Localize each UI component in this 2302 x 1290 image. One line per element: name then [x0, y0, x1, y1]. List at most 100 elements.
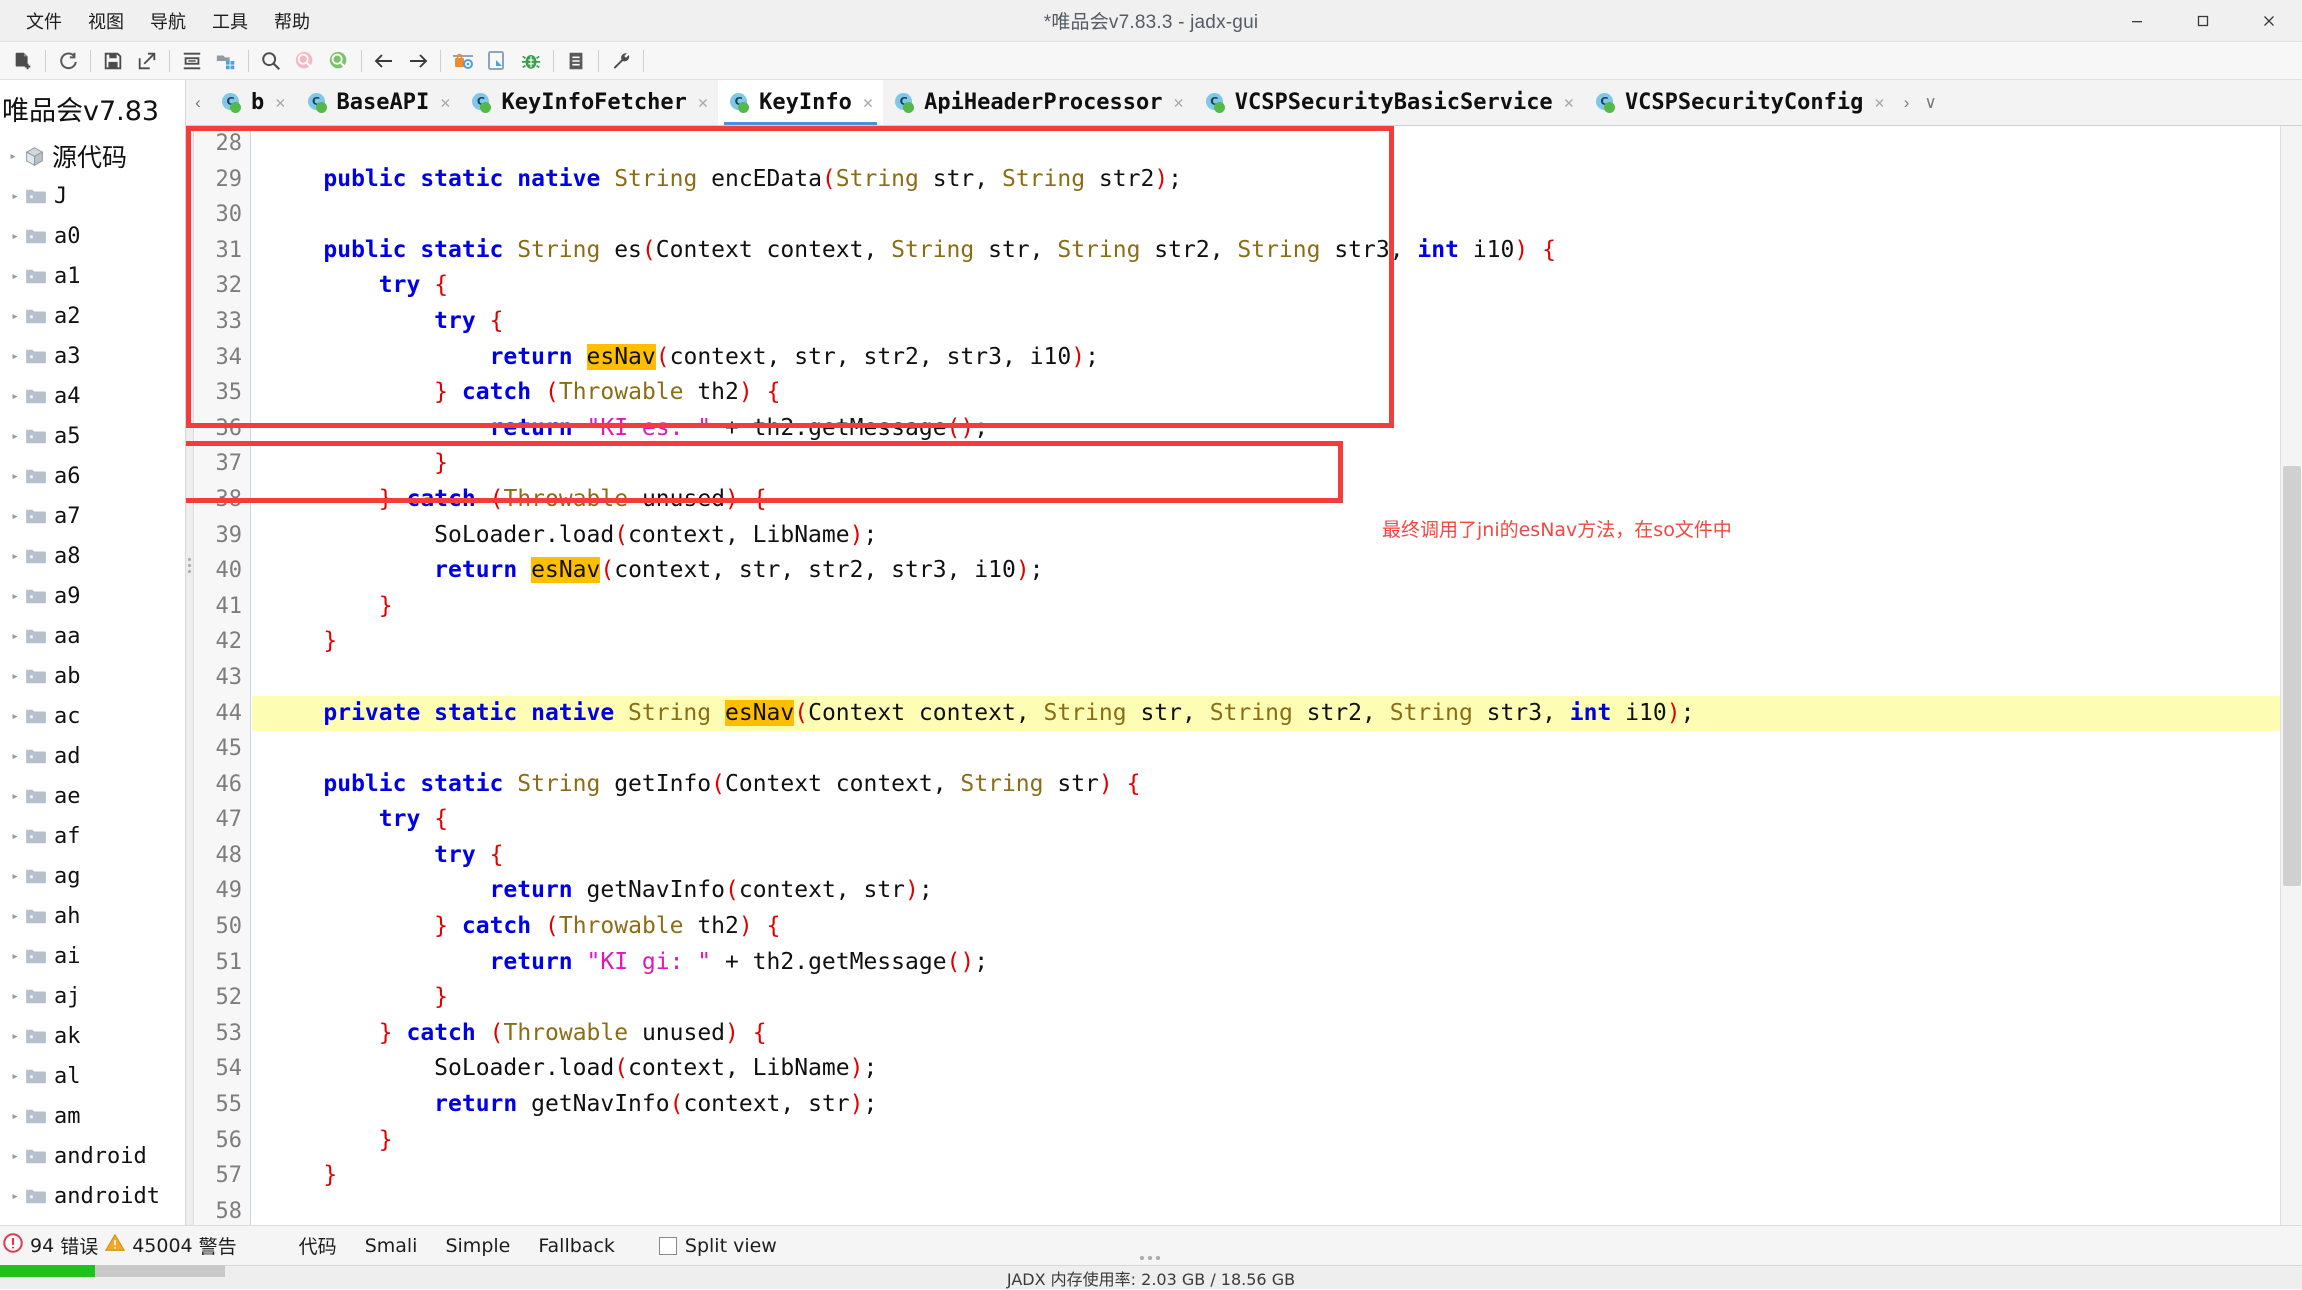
issue-counters[interactable]: 94 错误 45004 警告	[0, 1232, 237, 1259]
tree-node-a1[interactable]: ▸ a1	[0, 256, 185, 296]
tree-node-aj[interactable]: ▸ aj	[0, 976, 185, 1016]
code-line[interactable]: } catch (Throwable unused) {	[252, 1016, 2288, 1052]
code-line[interactable]: } catch (Throwable unused) {	[252, 482, 2288, 518]
tree-node-a2[interactable]: ▸ a2	[0, 296, 185, 336]
code-line[interactable]: } catch (Throwable th2) {	[252, 375, 2288, 411]
tree-node-a5[interactable]: ▸ a5	[0, 416, 185, 456]
editor-tab-VCSPSecurityBasicService[interactable]: C VCSPSecurityBasicService ✕	[1194, 80, 1584, 125]
code-editor[interactable]: 28 29 30 31 32 33 34 35 36 37 38 39 40 41 42 43 44 45 46 47…	[186, 126, 2302, 1225]
fold-strip[interactable]	[186, 126, 194, 1225]
tree-node-ah[interactable]: ▸ ah	[0, 896, 185, 936]
code-line[interactable]: return esNav(context, str, str2, str3, i…	[252, 553, 2288, 589]
tree-node-a6[interactable]: ▸ a6	[0, 456, 185, 496]
tab-close-icon[interactable]: ✕	[1174, 93, 1184, 113]
chevron-right-icon[interactable]: ▸	[6, 1069, 24, 1084]
chevron-right-icon[interactable]: ▸	[6, 669, 24, 684]
tree-node-a4[interactable]: ▸ a4	[0, 376, 185, 416]
forward-button[interactable]	[401, 46, 435, 76]
tree-node-aa[interactable]: ▸ aa	[0, 616, 185, 656]
tab-dropdown-button[interactable]: ∨	[1919, 80, 1943, 125]
code-line[interactable]: public static String es(Context context,…	[252, 233, 2288, 269]
search-class-button[interactable]	[288, 46, 322, 76]
tree-node-a0[interactable]: ▸ a0	[0, 216, 185, 256]
chevron-right-icon[interactable]: ▸	[6, 869, 24, 884]
chevron-right-icon[interactable]: ▸	[6, 789, 24, 804]
tree-node-ae[interactable]: ▸ ae	[0, 776, 185, 816]
view-tab-code[interactable]: 代码	[285, 1228, 351, 1263]
code-line[interactable]: }	[252, 1123, 2288, 1159]
menu-navigation[interactable]: 导航	[138, 4, 198, 38]
split-view-checkbox[interactable]	[658, 1236, 677, 1255]
close-button[interactable]	[2236, 0, 2302, 42]
debugger-button[interactable]	[514, 46, 548, 76]
editor-tab-BaseAPI[interactable]: C BaseAPI ✕	[296, 80, 461, 125]
reload-button[interactable]	[51, 46, 85, 76]
tree-node-a9[interactable]: ▸ a9	[0, 576, 185, 616]
chevron-right-icon[interactable]: ▸	[6, 229, 24, 244]
chevron-right-icon[interactable]: ▸	[6, 349, 24, 364]
tree-node-al[interactable]: ▸ al	[0, 1056, 185, 1096]
chevron-right-icon[interactable]: ▸	[6, 309, 24, 324]
menu-tools[interactable]: 工具	[200, 4, 260, 38]
search-global-button[interactable]	[322, 46, 356, 76]
code-line[interactable]	[252, 731, 2288, 767]
editor-tab-KeyInfo[interactable]: C KeyInfo ✕	[718, 80, 884, 125]
log-button[interactable]	[559, 46, 593, 76]
scrollbar-thumb[interactable]	[2283, 466, 2301, 886]
menu-file[interactable]: 文件	[14, 4, 74, 38]
chevron-right-icon[interactable]: ▸	[6, 189, 24, 204]
deobfuscation-button[interactable]	[446, 46, 480, 76]
code-line[interactable]: public static String getInfo(Context con…	[252, 767, 2288, 803]
minimize-button[interactable]	[2104, 0, 2170, 42]
code-text-area[interactable]: public static native String encEData(Str…	[252, 126, 2288, 1225]
chevron-right-icon[interactable]: ▸	[6, 1029, 24, 1044]
chevron-right-icon[interactable]: ▸	[6, 389, 24, 404]
export-button[interactable]	[130, 46, 164, 76]
tab-close-icon[interactable]: ✕	[275, 93, 285, 113]
chevron-right-icon[interactable]: ▸	[6, 269, 24, 284]
code-line[interactable]: }	[252, 446, 2288, 482]
chevron-right-icon[interactable]: ▸	[6, 1189, 24, 1204]
chevron-right-icon[interactable]: ▸	[6, 549, 24, 564]
menu-view[interactable]: 视图	[76, 4, 136, 38]
code-line[interactable]: }	[252, 980, 2288, 1016]
project-tree-sidebar[interactable]: 唯品会v7.83 ▸ 源代码 ▸ J ▸ a0 ▸ a1 ▸ a2 ▸ a3 ▸ a4 ▸ a5 ▸ a6 ▸ a…	[0, 80, 186, 1225]
tree-node-ak[interactable]: ▸ ak	[0, 1016, 185, 1056]
code-line[interactable]: }	[252, 589, 2288, 625]
chevron-right-icon[interactable]: ▸	[6, 949, 24, 964]
tree-node-ag[interactable]: ▸ ag	[0, 856, 185, 896]
chevron-right-icon[interactable]: ▸	[6, 429, 24, 444]
tab-scroll-left-button[interactable]: ‹	[186, 80, 210, 125]
code-line-highlighted[interactable]: private static native String esNav(Conte…	[252, 695, 2288, 732]
tree-node-af[interactable]: ▸ af	[0, 816, 185, 856]
code-line[interactable]: try {	[252, 838, 2288, 874]
back-button[interactable]	[367, 46, 401, 76]
editor-vertical-scrollbar[interactable]	[2280, 126, 2302, 1225]
code-line[interactable]	[252, 197, 2288, 233]
save-button[interactable]	[96, 46, 130, 76]
menu-help[interactable]: 帮助	[262, 4, 322, 38]
tree-node-androidt[interactable]: ▸ androidt	[0, 1176, 185, 1216]
tree-node-ai[interactable]: ▸ ai	[0, 936, 185, 976]
code-line[interactable]: return getNavInfo(context, str);	[252, 1087, 2288, 1123]
chevron-right-icon[interactable]: ▸	[6, 749, 24, 764]
tree-node-ab[interactable]: ▸ ab	[0, 656, 185, 696]
open-file-button[interactable]	[6, 46, 40, 76]
view-tab-smali[interactable]: Smali	[351, 1231, 432, 1261]
tree-node-ad[interactable]: ▸ ad	[0, 736, 185, 776]
editor-tab-KeyInfoFetcher[interactable]: C KeyInfoFetcher ✕	[460, 80, 718, 125]
tree-node-androidx[interactable]: ▸androidx	[0, 1216, 185, 1226]
code-line[interactable]	[252, 1194, 2288, 1225]
fold-handle-icon[interactable]	[188, 558, 192, 576]
code-line[interactable]: return "KI es: " + th2.getMessage();	[252, 411, 2288, 447]
maximize-button[interactable]	[2170, 0, 2236, 42]
tree-node-J[interactable]: ▸ J	[0, 176, 185, 216]
split-view-toggle[interactable]: Split view	[658, 1235, 777, 1257]
view-tab-fallback[interactable]: Fallback	[524, 1231, 629, 1261]
chevron-right-icon[interactable]: ▸	[6, 1149, 24, 1164]
code-line[interactable]: return esNav(context, str, str2, str3, i…	[252, 340, 2288, 376]
tab-scroll-right-button[interactable]: ›	[1895, 80, 1919, 125]
editor-tab-b[interactable]: Cb ✕	[210, 80, 296, 125]
tree-node-a7[interactable]: ▸ a7	[0, 496, 185, 536]
chevron-right-icon[interactable]: ▸	[6, 589, 24, 604]
